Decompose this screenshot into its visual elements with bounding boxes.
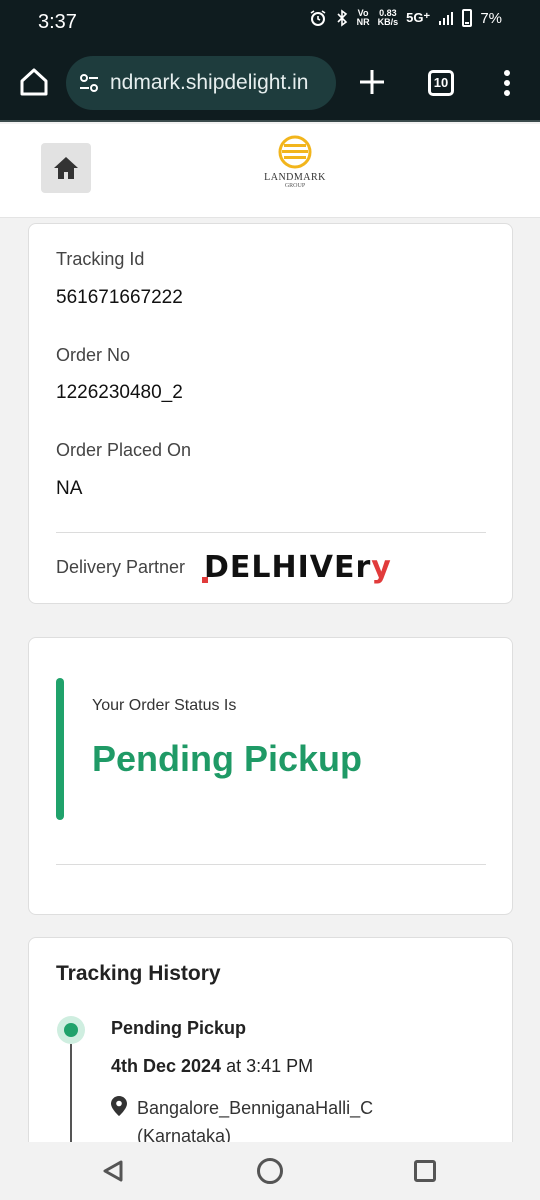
clock: 3:37 <box>38 11 77 33</box>
logo-sub: GROUP <box>284 183 306 189</box>
status-bar: 3:37 Vo NR 0.83 KB/s 5G⁺ 7% <box>0 0 540 44</box>
timeline-dot <box>64 1023 78 1037</box>
tracking-history-card: Tracking History Pending Pickup 4th Dec … <box>28 937 513 1168</box>
more-options-icon[interactable] <box>498 68 516 98</box>
delivery-partner-label: Delivery Partner <box>56 557 186 577</box>
divider <box>56 864 486 865</box>
placed-on-value: NA <box>56 478 83 499</box>
battery-percent: 7% <box>480 9 502 27</box>
delhivery-logo-main: DELHIVEr <box>204 550 372 585</box>
event-time-prefix: at <box>221 1056 247 1076</box>
event-status: Pending Pickup <box>111 1018 247 1038</box>
status-accent-bar <box>56 678 64 820</box>
site-settings-icon[interactable] <box>78 72 100 94</box>
home-nav-icon[interactable] <box>257 1158 283 1184</box>
tab-switcher-button[interactable]: 10 <box>428 70 454 96</box>
delhivery-logo: DELHIVEry <box>202 551 392 585</box>
landmark-logo-mark <box>278 135 312 169</box>
alarm-icon <box>310 10 326 26</box>
network-speed: 0.83 KB/s <box>377 8 399 27</box>
placed-on-label: Order Placed On <box>56 440 192 460</box>
recent-apps-icon[interactable] <box>414 1160 436 1182</box>
location-pin-icon <box>111 1096 127 1116</box>
browser-home-icon[interactable] <box>14 62 54 102</box>
navigation-bar <box>0 1142 540 1200</box>
tracking-history-title: Tracking History <box>56 962 221 985</box>
home-icon <box>54 157 78 179</box>
divider <box>56 532 486 533</box>
volte-indicator: Vo NR <box>356 8 370 27</box>
tracking-id-label: Tracking Id <box>56 249 145 269</box>
event-time: 3:41 PM <box>246 1056 314 1076</box>
signal-icon <box>439 12 454 25</box>
landmark-logo[interactable]: LANDMARK GROUP <box>254 127 336 209</box>
order-status-card: Your Order Status Is Pending Pickup <box>28 637 513 915</box>
order-details-card: Tracking Id 561671667222 Order No 122623… <box>28 223 513 604</box>
browser-toolbar: ndmark.shipdelight.in 10 <box>0 44 540 122</box>
tracking-id-value: 561671667222 <box>56 287 183 308</box>
order-status-value: Pending Pickup <box>92 738 363 779</box>
logo-name: LANDMARK <box>264 172 326 183</box>
order-no-value: 1226230480_2 <box>56 382 183 403</box>
delhivery-logo-end: y <box>371 550 392 585</box>
back-icon[interactable] <box>101 1159 125 1183</box>
network-type: 5G⁺ <box>406 10 431 25</box>
new-tab-icon[interactable] <box>354 64 390 100</box>
address-bar[interactable]: ndmark.shipdelight.in <box>66 56 336 110</box>
status-icons: Vo NR 0.83 KB/s 5G⁺ 7% <box>309 9 502 27</box>
event-date: 4th Dec 2024 <box>111 1056 222 1076</box>
site-header: LANDMARK GROUP <box>0 124 540 218</box>
battery-icon <box>462 9 473 27</box>
order-status-label: Your Order Status Is <box>92 697 237 714</box>
home-button[interactable] <box>41 143 91 193</box>
order-no-label: Order No <box>56 345 131 365</box>
url-text: ndmark.shipdelight.in <box>110 71 309 94</box>
bluetooth-icon <box>337 9 347 27</box>
event-datetime: 4th Dec 2024 at 3:41 PM <box>111 1056 313 1077</box>
